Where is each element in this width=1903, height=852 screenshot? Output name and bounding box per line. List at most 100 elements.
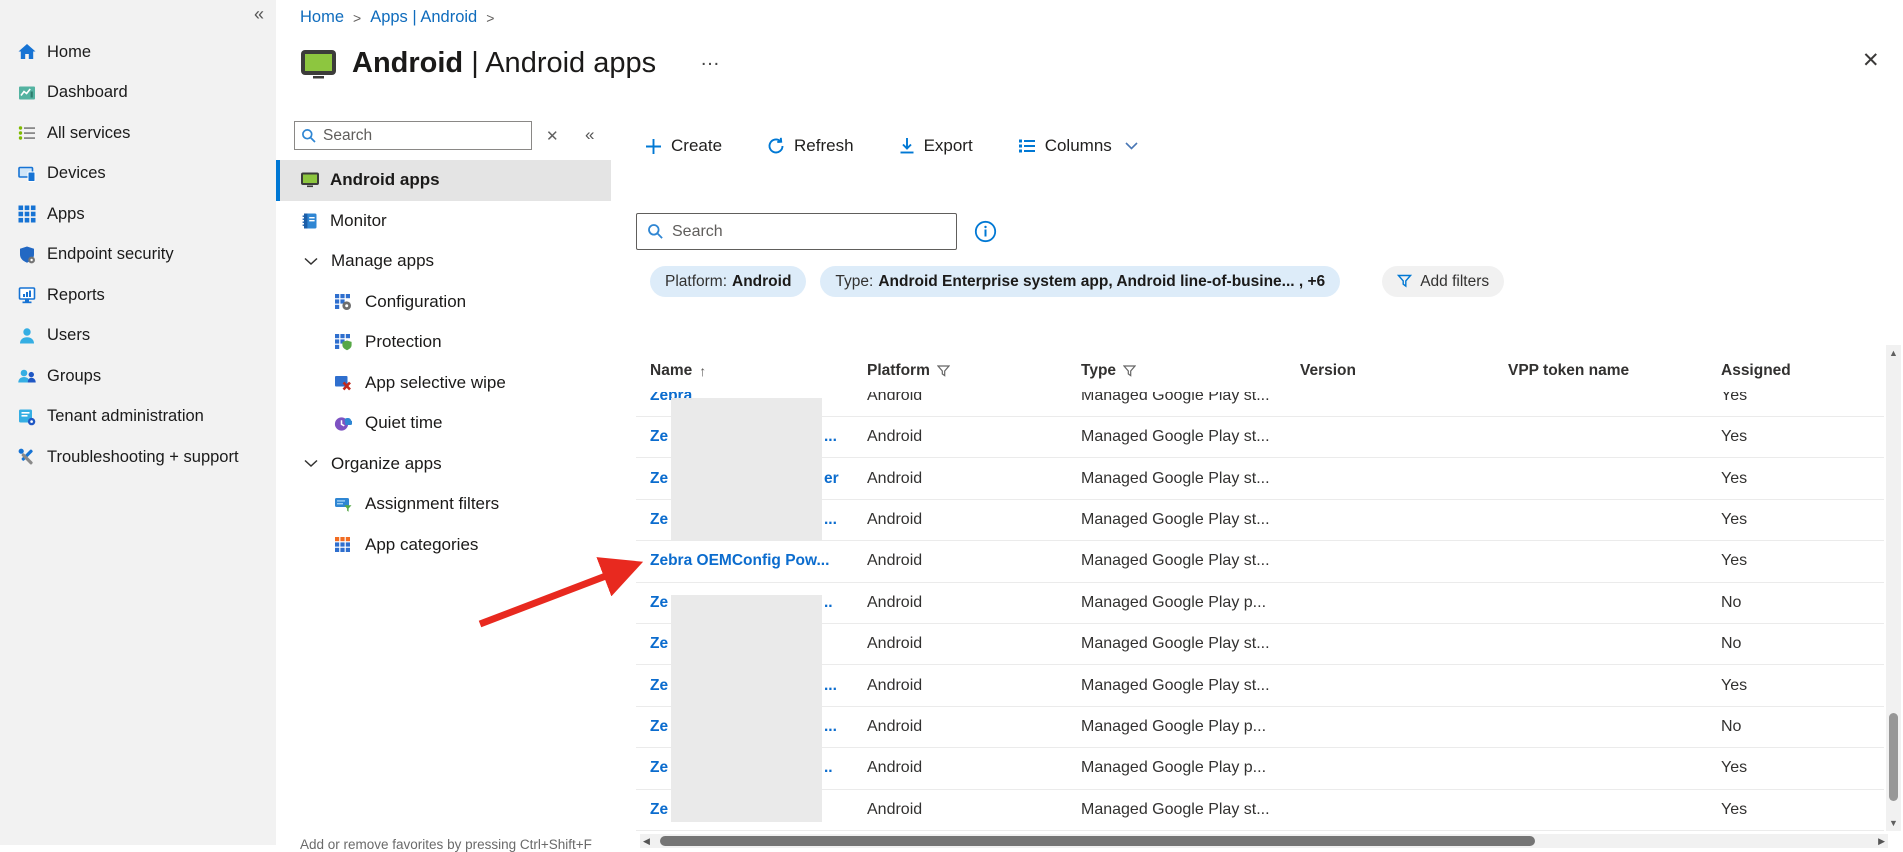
app-name-link[interactable]: Ze bbox=[650, 511, 668, 528]
app-name-link[interactable]: Ze bbox=[650, 801, 668, 818]
cell-type: Managed Google Play st... bbox=[1081, 677, 1300, 695]
sidebar-item-all-services[interactable]: All services bbox=[0, 113, 276, 154]
more-menu-icon[interactable]: … bbox=[700, 48, 721, 71]
breadcrumb-link-home[interactable]: Home bbox=[300, 8, 344, 27]
cell-platform: Android bbox=[867, 470, 1081, 488]
blade-nav: Android apps Monitor Manage apps Configu… bbox=[276, 160, 611, 565]
columns-icon bbox=[1018, 138, 1036, 154]
table-search-box bbox=[636, 213, 957, 250]
blade-item-label: Assignment filters bbox=[365, 494, 499, 514]
horizontal-scrollbar[interactable]: ◀ ▶ bbox=[640, 834, 1888, 848]
blade-group-label: Manage apps bbox=[331, 251, 434, 271]
cell-platform: Android bbox=[867, 677, 1081, 695]
breadcrumb-link-apps-android[interactable]: Apps | Android bbox=[370, 8, 477, 27]
filter-pill-type[interactable]: Type: Android Enterprise system app, And… bbox=[820, 266, 1340, 297]
sidebar-collapse-icon[interactable]: « bbox=[254, 4, 264, 25]
app-name-link[interactable]: Zebra OEMConfig Pow... bbox=[650, 552, 829, 569]
redaction-box bbox=[671, 595, 822, 822]
filter-pill-platform[interactable]: Platform: Android bbox=[650, 266, 806, 297]
column-header-platform[interactable]: Platform bbox=[867, 362, 1081, 380]
table-row[interactable]: Ze.. Android Managed Google Play p... Ye… bbox=[636, 748, 1884, 789]
blade-item-assignment-filters[interactable]: Assignment filters bbox=[276, 484, 611, 525]
scroll-up-icon[interactable]: ▲ bbox=[1889, 348, 1898, 358]
table-row[interactable]: Ze Android Managed Google Play st... No bbox=[636, 624, 1884, 665]
search-icon bbox=[647, 223, 664, 240]
sidebar-item-label: Endpoint security bbox=[47, 245, 174, 264]
app-name-link[interactable]: Ze bbox=[650, 759, 668, 776]
export-button[interactable]: Export bbox=[899, 136, 973, 156]
column-header-version[interactable]: Version bbox=[1300, 362, 1508, 380]
columns-button[interactable]: Columns bbox=[1018, 136, 1138, 156]
table-row[interactable]: Ze... Android Managed Google Play st... … bbox=[636, 417, 1884, 458]
blade-item-configuration[interactable]: Configuration bbox=[276, 282, 611, 323]
app-name-link[interactable]: Ze bbox=[650, 594, 668, 611]
sidebar-item-reports[interactable]: Reports bbox=[0, 275, 276, 316]
android-icon bbox=[300, 49, 337, 79]
monitor-icon bbox=[300, 212, 320, 230]
blade-search-input[interactable] bbox=[323, 127, 525, 145]
blade-collapse-icon[interactable]: « bbox=[585, 125, 594, 145]
column-header-name[interactable]: Name ↑ bbox=[650, 362, 867, 380]
app-name-link[interactable]: Ze bbox=[650, 470, 668, 487]
chevron-down-icon bbox=[304, 459, 318, 468]
scroll-left-icon[interactable]: ◀ bbox=[643, 836, 650, 847]
column-header-type[interactable]: Type bbox=[1081, 362, 1300, 380]
cell-platform: Android bbox=[867, 635, 1081, 653]
blade-group-manage-apps[interactable]: Manage apps bbox=[276, 241, 611, 282]
sidebar-item-home[interactable]: Home bbox=[0, 32, 276, 73]
filter-pills: Platform: Android Type: Android Enterpri… bbox=[650, 266, 1504, 297]
left-sidebar: « Home Dashboard All services Devices Ap… bbox=[0, 0, 276, 845]
app-name-link[interactable]: Ze bbox=[650, 428, 668, 445]
sidebar-item-endpoint-security[interactable]: Endpoint security bbox=[0, 235, 276, 276]
app-name-link[interactable]: Ze bbox=[650, 635, 668, 652]
table-row[interactable]: Zebra Android Managed Google Play st... … bbox=[636, 392, 1884, 417]
cell-type: Managed Google Play p... bbox=[1081, 759, 1300, 777]
sidebar-item-devices[interactable]: Devices bbox=[0, 154, 276, 195]
app-name-link[interactable]: Ze bbox=[650, 677, 668, 694]
scroll-down-icon[interactable]: ▼ bbox=[1889, 818, 1898, 828]
table-header: Name ↑ Platform Type Version VPP token n… bbox=[636, 350, 1884, 392]
sidebar-item-dashboard[interactable]: Dashboard bbox=[0, 73, 276, 114]
info-icon[interactable] bbox=[974, 220, 997, 248]
table-row[interactable]: Zeer Android Managed Google Play st... Y… bbox=[636, 458, 1884, 499]
refresh-button[interactable]: Refresh bbox=[767, 136, 854, 156]
table-row[interactable]: Ze.. Android Managed Google Play p... No bbox=[636, 583, 1884, 624]
table-row[interactable]: Ze... Android Managed Google Play st... … bbox=[636, 500, 1884, 541]
blade-item-quiet-time[interactable]: Quiet time bbox=[276, 403, 611, 444]
app-name-link[interactable]: Ze bbox=[650, 718, 668, 735]
blade-item-android-apps[interactable]: Android apps bbox=[276, 160, 611, 201]
blade-item-protection[interactable]: Protection bbox=[276, 322, 611, 363]
column-header-vpp-token-name[interactable]: VPP token name bbox=[1508, 362, 1721, 380]
sidebar-item-troubleshooting[interactable]: Troubleshooting + support bbox=[0, 437, 276, 478]
column-header-assigned[interactable]: Assigned bbox=[1721, 362, 1884, 380]
vertical-scrollbar-thumb[interactable] bbox=[1889, 713, 1898, 801]
scroll-right-icon[interactable]: ▶ bbox=[1878, 836, 1885, 847]
table-row[interactable]: Ze... Android Managed Google Play st... … bbox=[636, 665, 1884, 706]
table-search-input[interactable] bbox=[672, 223, 946, 241]
vertical-scrollbar[interactable]: ▲ ▼ bbox=[1886, 345, 1901, 831]
reports-icon bbox=[17, 285, 37, 305]
blade-group-label: Organize apps bbox=[331, 454, 442, 474]
sidebar-item-tenant-administration[interactable]: Tenant administration bbox=[0, 397, 276, 438]
clear-search-icon[interactable]: ✕ bbox=[546, 127, 559, 145]
sidebar-item-users[interactable]: Users bbox=[0, 316, 276, 357]
sidebar-item-groups[interactable]: Groups bbox=[0, 356, 276, 397]
app-name-tail: ... bbox=[824, 718, 837, 736]
table-row-zebra-oemconfig[interactable]: Zebra OEMConfig Pow... Android Managed G… bbox=[636, 541, 1884, 582]
columns-button-label: Columns bbox=[1045, 136, 1112, 156]
table-row[interactable]: Ze... Android Managed Google Play p... N… bbox=[636, 707, 1884, 748]
blade-item-app-categories[interactable]: App categories bbox=[276, 525, 611, 566]
blade-group-organize-apps[interactable]: Organize apps bbox=[276, 444, 611, 485]
add-filters-label: Add filters bbox=[1420, 273, 1489, 291]
table-row[interactable]: Ze Android Managed Google Play st... Yes bbox=[636, 790, 1884, 831]
refresh-button-label: Refresh bbox=[794, 136, 854, 156]
close-icon[interactable]: ✕ bbox=[1862, 50, 1880, 71]
add-filters-button[interactable]: Add filters bbox=[1382, 266, 1504, 297]
search-icon bbox=[301, 128, 317, 144]
blade-item-app-selective-wipe[interactable]: App selective wipe bbox=[276, 363, 611, 404]
create-button[interactable]: Create bbox=[645, 136, 722, 156]
sidebar-item-apps[interactable]: Apps bbox=[0, 194, 276, 235]
sidebar-item-label: Tenant administration bbox=[47, 407, 204, 426]
blade-item-monitor[interactable]: Monitor bbox=[276, 201, 611, 242]
app-name-tail: .. bbox=[824, 759, 833, 777]
